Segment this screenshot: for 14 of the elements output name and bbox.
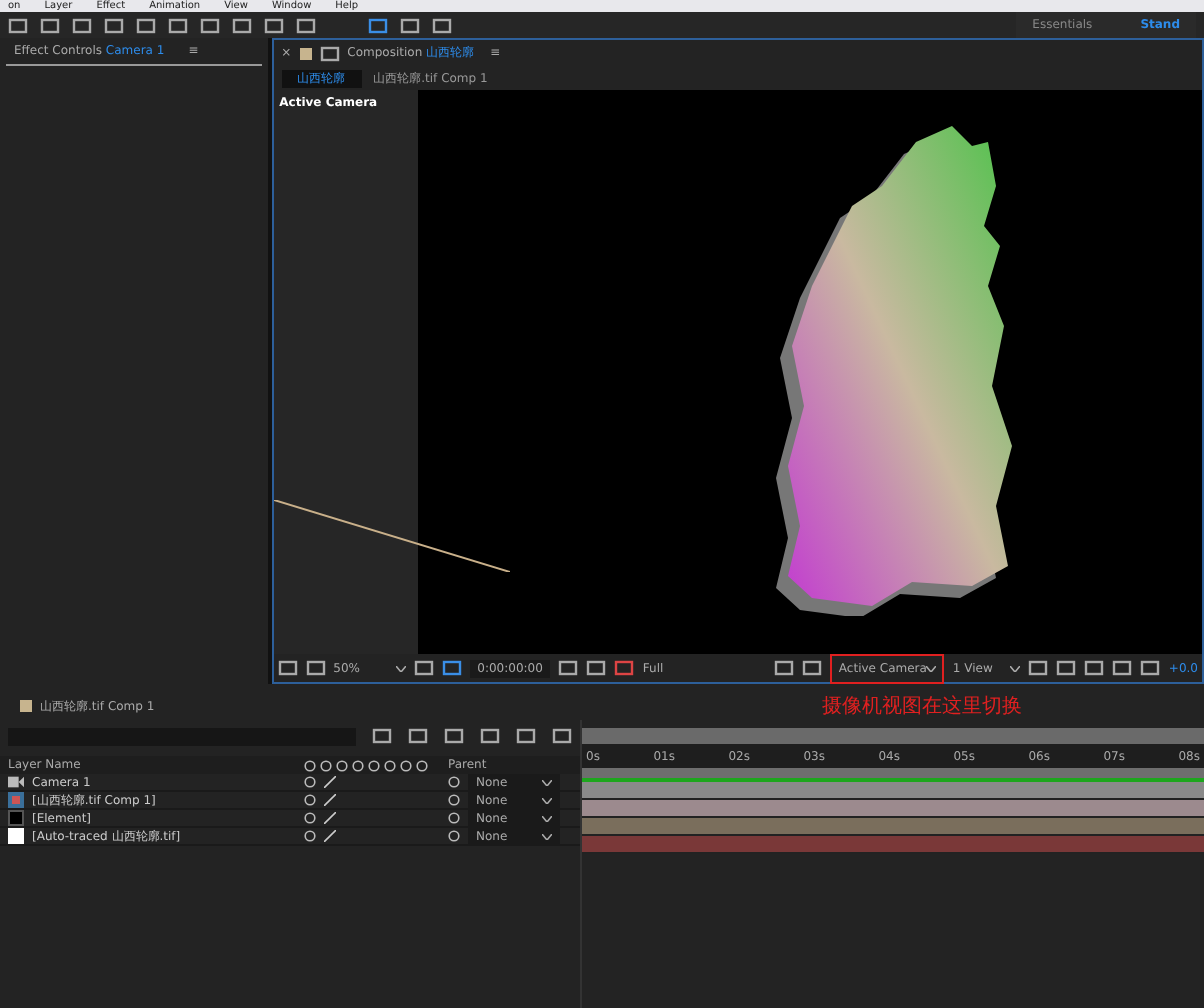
caret-icon: [542, 833, 552, 839]
caret-icon: [542, 797, 552, 803]
composition-icon: [8, 792, 24, 808]
label-swatch: [299, 47, 312, 59]
layer-duration-bar[interactable]: [582, 800, 1204, 818]
caret-icon: [542, 779, 552, 785]
caret-icon: [926, 665, 937, 671]
layer-duration-bar[interactable]: [582, 782, 1204, 800]
layer-duration-bar[interactable]: [582, 818, 1204, 836]
caret-icon: [542, 815, 552, 821]
caret-icon: [395, 665, 406, 671]
caret-icon: [1010, 665, 1021, 671]
annotation-text: 摄像机视图在这里切换: [822, 693, 1023, 721]
label-swatch: [20, 700, 32, 712]
